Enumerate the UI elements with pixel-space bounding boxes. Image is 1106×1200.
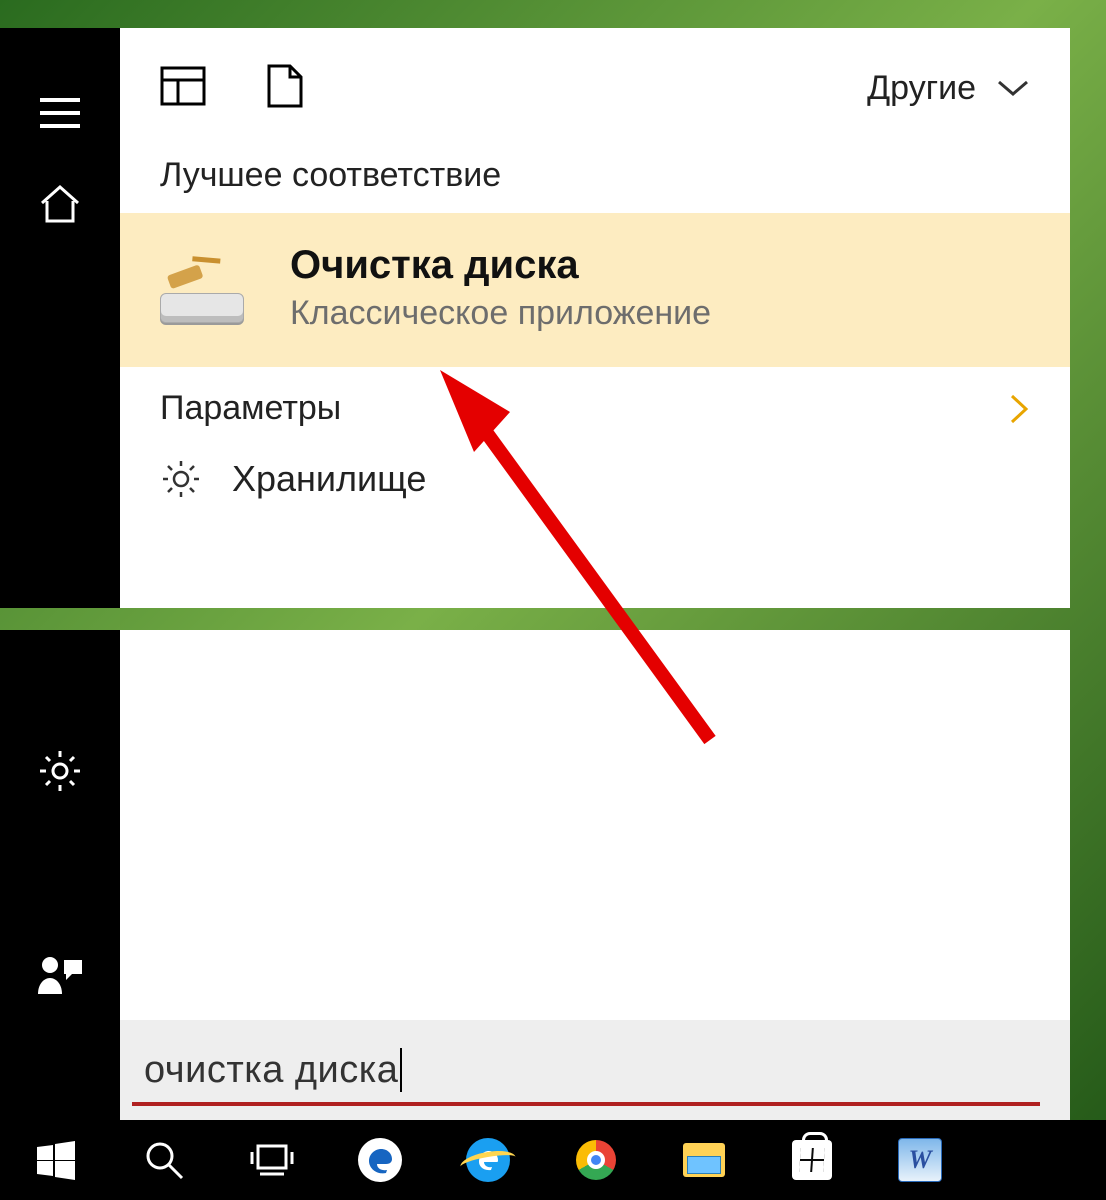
task-view-button[interactable]: [222, 1124, 322, 1196]
windows-icon: [35, 1139, 77, 1181]
taskbar-search-button[interactable]: [114, 1124, 214, 1196]
search-input-value: очистка диска: [144, 1049, 398, 1092]
settings-item-label: Хранилище: [232, 458, 426, 500]
home-icon: [38, 181, 82, 225]
gear-icon: [160, 458, 202, 500]
edge-app[interactable]: [330, 1124, 430, 1196]
ie-app[interactable]: [438, 1124, 538, 1196]
apps-filter-icon[interactable]: [160, 66, 206, 111]
store-icon: [792, 1140, 832, 1180]
best-match-subtitle: Классическое приложение: [290, 294, 711, 333]
search-icon: [142, 1138, 186, 1182]
other-filter-dropdown[interactable]: Другие: [867, 69, 1030, 108]
results-filter-bar: Другие: [120, 28, 1070, 148]
settings-gear-icon: [37, 748, 83, 794]
word-icon: W: [898, 1138, 942, 1182]
menu-icon: [38, 96, 82, 130]
search-results-area: Другие Лучшее соответствие Очистка диска…: [120, 28, 1070, 608]
best-match-title: Очистка диска: [290, 243, 711, 288]
user-ask-icon: [36, 954, 84, 998]
hamburger-menu-button[interactable]: [0, 68, 120, 158]
file-explorer-app[interactable]: [654, 1124, 754, 1196]
other-filter-label: Другие: [867, 69, 976, 108]
documents-filter-icon[interactable]: [266, 63, 304, 114]
taskbar: W: [0, 1120, 1106, 1200]
chevron-right-icon: [1008, 392, 1030, 426]
best-match-section-header: Лучшее соответствие: [120, 148, 1070, 213]
best-match-result[interactable]: Очистка диска Классическое приложение: [120, 213, 1070, 367]
settings-item-storage[interactable]: Хранилище: [120, 450, 1070, 530]
start-button[interactable]: [6, 1124, 106, 1196]
settings-rail-button[interactable]: [37, 748, 83, 799]
disk-cleanup-icon: [160, 253, 250, 323]
store-app[interactable]: [762, 1124, 862, 1196]
start-left-rail-lower: [0, 630, 120, 1120]
search-input[interactable]: очистка диска: [120, 1020, 1070, 1120]
chrome-icon: [576, 1140, 616, 1180]
chrome-app[interactable]: [546, 1124, 646, 1196]
settings-section-label: Параметры: [160, 389, 341, 428]
feedback-rail-button[interactable]: [36, 954, 84, 1003]
ie-icon: [466, 1138, 510, 1182]
chevron-down-icon: [996, 78, 1030, 98]
edge-icon: [358, 1138, 402, 1182]
settings-section-header[interactable]: Параметры: [120, 367, 1070, 450]
word-app[interactable]: W: [870, 1124, 970, 1196]
text-caret: [400, 1048, 402, 1092]
home-button[interactable]: [0, 158, 120, 248]
task-view-icon: [246, 1140, 298, 1180]
start-search-panel: Другие Лучшее соответствие Очистка диска…: [0, 28, 1070, 608]
explorer-icon: [683, 1143, 725, 1177]
lower-results-area: очистка диска: [120, 630, 1070, 1120]
annotation-underline: [132, 1102, 1040, 1106]
start-left-rail: [0, 28, 120, 608]
start-lower-panel: очистка диска: [0, 630, 1070, 1120]
